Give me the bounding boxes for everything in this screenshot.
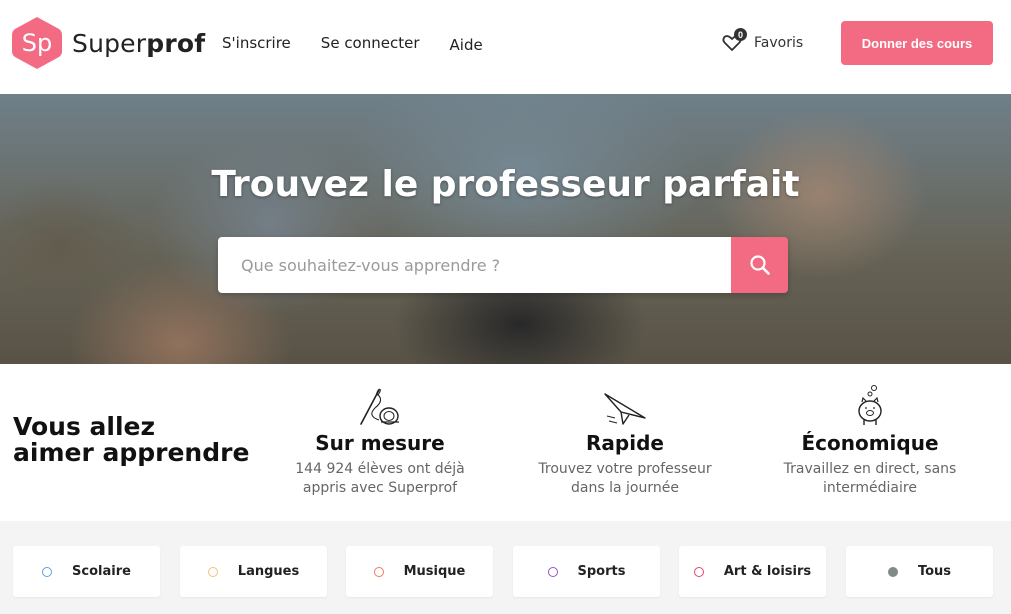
piggy-bank-icon (760, 384, 980, 428)
feature-fast: Rapide Trouvez votre professeur dans la … (515, 384, 735, 498)
site-header: Sp Superprof S'inscrire Se connecter Aid… (0, 0, 1011, 94)
category-langues[interactable]: Langues (180, 546, 327, 597)
favorites-link[interactable]: 0 Favoris (722, 28, 804, 53)
features-heading-line1: Vous allez (13, 412, 156, 441)
feature-fast-desc-line1: Trouvez votre professeur (538, 461, 712, 477)
logo-badge: Sp (12, 16, 62, 70)
logo-wordmark-bold: prof (146, 28, 206, 58)
feature-fast-desc-line2: dans la journée (571, 480, 679, 496)
favorites-count-badge: 0 (734, 28, 747, 41)
features-heading: Vous allez aimer apprendre (13, 414, 249, 466)
features-section: Vous allez aimer apprendre Sur mesure 14… (0, 364, 1011, 521)
category-langues-dot-icon (207, 566, 218, 577)
feature-fast-description: Trouvez votre professeur dans la journée (515, 460, 735, 498)
feature-custom-desc-line1: 144 924 élèves ont déjà (295, 461, 465, 477)
logo-wordmark: Superprof (72, 29, 205, 58)
feature-economic-title: Économique (801, 431, 939, 455)
feature-custom-desc-line2: appris avec Superprof (302, 480, 458, 496)
give-lessons-button[interactable]: Donner des cours (841, 21, 993, 65)
nav-login-link[interactable]: Se connecter (321, 34, 420, 54)
hero-background-photo (0, 94, 1011, 364)
superprof-logo[interactable]: Sp Superprof (12, 16, 205, 70)
nav-help-link[interactable]: Aide (450, 36, 483, 54)
category-musique[interactable]: Musique (346, 546, 493, 597)
search-bar (218, 237, 788, 293)
search-input[interactable] (218, 237, 731, 293)
category-scolaire[interactable]: Scolaire (13, 546, 160, 597)
feature-custom: Sur mesure 144 924 élèves ont déjà appri… (270, 384, 490, 498)
heart-icon: 0 (722, 28, 747, 53)
category-label: Art & loisirs (723, 564, 812, 579)
favorites-label: Favoris (754, 35, 804, 51)
feature-economic-desc-line2: intermédiaire (823, 480, 917, 496)
feature-economic: Économique Travaillez en direct, sans in… (760, 384, 980, 498)
needle-thread-icon (270, 384, 490, 428)
category-musique-dot-icon (373, 566, 384, 577)
category-tous-dot-icon (887, 566, 898, 577)
features-heading-line2: aimer apprendre (13, 438, 250, 467)
category-art-loisirs[interactable]: Art & loisirs (679, 546, 826, 597)
category-sports[interactable]: Sports (513, 546, 660, 597)
category-label: Sports (577, 564, 626, 579)
paper-plane-icon (515, 384, 735, 428)
category-sports-dot-icon (547, 566, 558, 577)
category-label: Scolaire (72, 564, 131, 579)
feature-custom-description: 144 924 élèves ont déjà appris avec Supe… (270, 460, 490, 498)
search-button[interactable] (731, 237, 788, 293)
search-icon (749, 255, 770, 275)
category-label: Musique (403, 564, 466, 579)
logo-badge-text: Sp (21, 29, 53, 57)
category-scolaire-dot-icon (42, 566, 53, 577)
feature-custom-title: Sur mesure (315, 431, 445, 455)
feature-economic-desc-line1: Travaillez en direct, sans (783, 461, 957, 477)
category-art-loisirs-dot-icon (693, 566, 704, 577)
feature-fast-title: Rapide (586, 431, 664, 455)
main-nav: S'inscrire Se connecter Aide (222, 34, 483, 54)
hero-title: Trouvez le professeur parfait (211, 164, 800, 205)
category-tous[interactable]: Tous (846, 546, 993, 597)
logo-wordmark-regular: Super (72, 28, 147, 58)
category-label: Langues (237, 564, 300, 579)
feature-economic-description: Travaillez en direct, sans intermédiaire (760, 460, 980, 498)
hero-banner: Trouvez le professeur parfait (0, 94, 1011, 364)
categories-bar: Scolaire Langues Musique Sports Art & lo… (0, 521, 1011, 614)
nav-signup-link[interactable]: S'inscrire (222, 34, 291, 54)
category-label: Tous (917, 564, 952, 579)
